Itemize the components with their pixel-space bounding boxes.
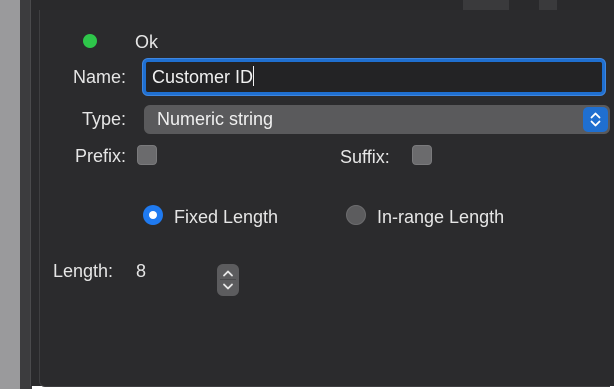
field-settings-card: Ok Name: Customer ID Type: Numeric strin… <box>39 10 610 387</box>
type-select-value: Numeric string <box>157 109 274 129</box>
stepper-divider <box>220 279 236 280</box>
screenshot-stage: Ok Name: Customer ID Type: Numeric strin… <box>0 0 614 389</box>
type-label: Type: <box>81 109 126 129</box>
in-range-length-label[interactable]: In-range Length <box>377 206 504 228</box>
length-stepper[interactable] <box>217 264 239 296</box>
suffix-label: Suffix: <box>340 147 390 167</box>
status-text: Ok <box>135 32 159 52</box>
prefix-checkbox[interactable] <box>137 145 157 165</box>
fixed-length-label[interactable]: Fixed Length <box>174 206 278 228</box>
prefix-label: Prefix: <box>74 146 126 166</box>
window-edge <box>0 0 32 389</box>
length-label: Length: <box>53 261 114 281</box>
fixed-length-radio[interactable] <box>143 205 163 225</box>
in-range-length-radio[interactable] <box>346 205 366 225</box>
name-input-value: Customer ID <box>152 67 254 87</box>
status-indicator-icon <box>83 34 97 48</box>
field-settings-panel: Ok Name: Customer ID Type: Numeric strin… <box>30 0 614 387</box>
suffix-checkbox[interactable] <box>412 145 432 165</box>
select-arrows-icon[interactable] <box>583 107 608 132</box>
text-caret <box>253 66 255 86</box>
type-select[interactable]: Numeric string <box>144 105 610 134</box>
name-label: Name: <box>72 67 126 87</box>
length-value[interactable]: 8 <box>136 260 146 282</box>
name-input[interactable]: Customer ID <box>143 59 605 95</box>
stepper-arrows-icon <box>223 270 233 290</box>
